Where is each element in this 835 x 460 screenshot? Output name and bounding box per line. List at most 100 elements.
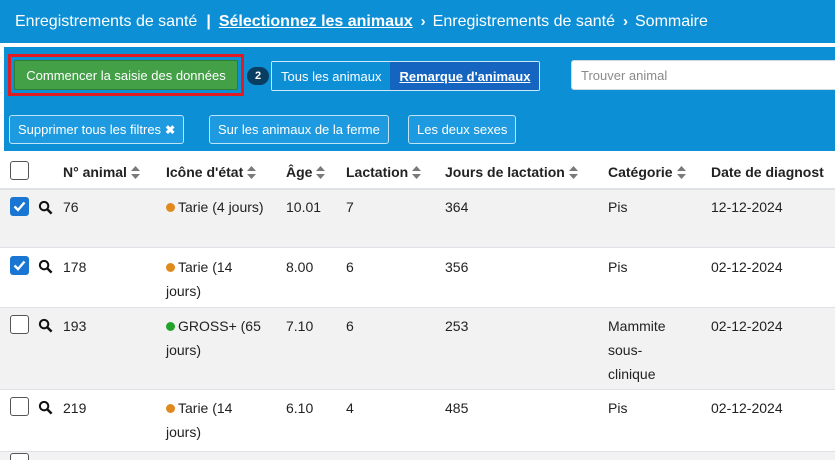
close-icon: ✖ bbox=[165, 122, 176, 137]
column-header-lactation-days[interactable]: Jours de lactation bbox=[445, 164, 578, 180]
category-line: clinique bbox=[608, 366, 656, 382]
breadcrumb: Enregistrements de santé | Sélectionnez … bbox=[0, 0, 835, 43]
breadcrumb-current-step[interactable]: Sélectionnez les animaux bbox=[219, 13, 413, 31]
toolbar: Commencer la saisie des données 2 Tous l… bbox=[4, 47, 835, 151]
sort-icon bbox=[676, 165, 686, 179]
sort-icon bbox=[568, 165, 578, 179]
search-icon[interactable] bbox=[38, 200, 53, 215]
category: Mammite sous- clinique bbox=[608, 314, 666, 386]
status-cell: Tarie (14 jours) bbox=[166, 396, 232, 444]
column-header-lactation[interactable]: Lactation bbox=[346, 164, 422, 180]
table-row[interactable]: 178 Tarie (14 jours) 8.00 6 356 Pis 02-1… bbox=[0, 248, 835, 308]
category: Pis bbox=[608, 259, 628, 275]
breadcrumb-step-health-records[interactable]: Enregistrements de santé bbox=[433, 13, 615, 31]
row-checkbox[interactable] bbox=[10, 397, 29, 416]
view-toggle: Tous les animaux Remarque d'animaux bbox=[271, 61, 541, 91]
table-row[interactable]: 193 GROSS+ (65 jours) 7.10 6 253 Mammite… bbox=[0, 308, 835, 390]
column-header-diagnosis-date[interactable]: Date de diagnost bbox=[711, 164, 824, 180]
farm-animals-filter-button[interactable]: Sur les animaux de la ferme bbox=[209, 115, 389, 144]
table-row[interactable] bbox=[0, 452, 835, 460]
category-line: Mammite bbox=[608, 318, 666, 334]
animal-number: 178 bbox=[63, 259, 87, 275]
column-header-label: Âge bbox=[286, 164, 313, 180]
column-header-status-icon[interactable]: Icône d'état bbox=[166, 164, 257, 180]
age: 10.01 bbox=[286, 199, 322, 215]
search-icon[interactable] bbox=[38, 318, 53, 333]
animal-number: 193 bbox=[63, 318, 87, 334]
column-header-label: Icône d'état bbox=[166, 164, 244, 180]
column-header-age[interactable]: Âge bbox=[286, 164, 326, 180]
selected-count-badge: 2 bbox=[247, 67, 269, 85]
row-checkbox[interactable] bbox=[10, 315, 29, 334]
status-text: Tarie (14 bbox=[178, 400, 233, 416]
animal-number: 219 bbox=[63, 400, 87, 416]
status-text: Tarie (4 jours) bbox=[178, 199, 264, 215]
row-checkbox[interactable] bbox=[10, 197, 29, 216]
lactation-days: 253 bbox=[445, 318, 469, 334]
category-line: sous- bbox=[608, 342, 643, 358]
search-icon[interactable] bbox=[38, 259, 53, 274]
sort-icon bbox=[316, 165, 326, 179]
search-icon[interactable] bbox=[38, 400, 53, 415]
chevron-right-icon: › bbox=[420, 13, 426, 30]
status-dot-icon bbox=[166, 322, 175, 331]
lactation-days: 485 bbox=[445, 400, 469, 416]
lactation: 6 bbox=[346, 259, 354, 275]
age: 8.00 bbox=[286, 259, 314, 275]
age: 6.10 bbox=[286, 400, 314, 416]
breadcrumb-root[interactable]: Enregistrements de santé bbox=[15, 13, 197, 31]
animal-number: 76 bbox=[63, 199, 79, 215]
start-data-entry-button[interactable]: Commencer la saisie des données bbox=[14, 60, 238, 90]
column-header-animal-number[interactable]: N° animal bbox=[63, 164, 140, 180]
column-header-label: Jours de lactation bbox=[445, 164, 565, 180]
status-cell: Tarie (14 jours) bbox=[166, 255, 232, 303]
status-dot-icon bbox=[166, 203, 175, 212]
sort-icon bbox=[412, 165, 422, 179]
lactation-days: 364 bbox=[445, 199, 469, 215]
both-sexes-filter-button[interactable]: Les deux sexes bbox=[408, 115, 517, 144]
diagnosis-date: 12-12-2024 bbox=[711, 199, 783, 215]
status-text-cont: jours) bbox=[166, 342, 202, 358]
status-dot-icon bbox=[166, 263, 175, 272]
status-text: Tarie (14 bbox=[178, 259, 233, 275]
table-row[interactable]: 219 Tarie (14 jours) 6.10 4 485 Pis 02-1… bbox=[0, 390, 835, 452]
status-dot-icon bbox=[166, 404, 175, 413]
column-header-label: N° animal bbox=[63, 164, 127, 180]
status-text-cont: jours) bbox=[166, 283, 202, 299]
table-header: N° animal Icône d'état Âge Lactation Jou… bbox=[0, 152, 835, 190]
row-checkbox[interactable] bbox=[10, 453, 29, 460]
status-text-cont: jours) bbox=[166, 424, 202, 440]
breadcrumb-separator: | bbox=[206, 12, 211, 30]
clear-all-filters-label: Supprimer tous les filtres bbox=[18, 122, 162, 137]
chevron-right-icon: › bbox=[623, 13, 628, 30]
status-cell: GROSS+ (65 jours) bbox=[166, 314, 261, 362]
category: Pis bbox=[608, 199, 628, 215]
animals-table: N° animal Icône d'état Âge Lactation Jou… bbox=[0, 152, 835, 460]
category: Pis bbox=[608, 400, 628, 416]
column-header-label: Catégorie bbox=[608, 164, 673, 180]
sort-icon bbox=[130, 165, 140, 179]
diagnosis-date: 02-12-2024 bbox=[711, 400, 783, 416]
table-row[interactable]: 76 Tarie (4 jours) 10.01 7 364 Pis 12-12… bbox=[0, 190, 835, 248]
column-header-label: Date de diagnost bbox=[711, 164, 824, 180]
view-animal-remarks-option[interactable]: Remarque d'animaux bbox=[390, 62, 540, 90]
column-header-category[interactable]: Catégorie bbox=[608, 164, 686, 180]
select-all-checkbox[interactable] bbox=[10, 161, 29, 180]
age: 7.10 bbox=[286, 318, 314, 334]
diagnosis-date: 02-12-2024 bbox=[711, 318, 783, 334]
status-text: GROSS+ (65 bbox=[178, 318, 261, 334]
lactation: 6 bbox=[346, 318, 354, 334]
lactation: 4 bbox=[346, 400, 354, 416]
breadcrumb-step-summary[interactable]: Sommaire bbox=[635, 13, 708, 31]
column-header-label: Lactation bbox=[346, 164, 409, 180]
row-checkbox[interactable] bbox=[10, 256, 29, 275]
status-cell: Tarie (4 jours) bbox=[166, 195, 264, 219]
view-all-animals-option[interactable]: Tous les animaux bbox=[272, 62, 391, 90]
start-button-highlight: Commencer la saisie des données bbox=[8, 54, 244, 96]
find-animal-input[interactable] bbox=[571, 60, 835, 90]
sort-icon bbox=[247, 165, 257, 179]
lactation: 7 bbox=[346, 199, 354, 215]
clear-all-filters-button[interactable]: Supprimer tous les filtres ✖ bbox=[9, 115, 185, 144]
lactation-days: 356 bbox=[445, 259, 469, 275]
diagnosis-date: 02-12-2024 bbox=[711, 259, 783, 275]
